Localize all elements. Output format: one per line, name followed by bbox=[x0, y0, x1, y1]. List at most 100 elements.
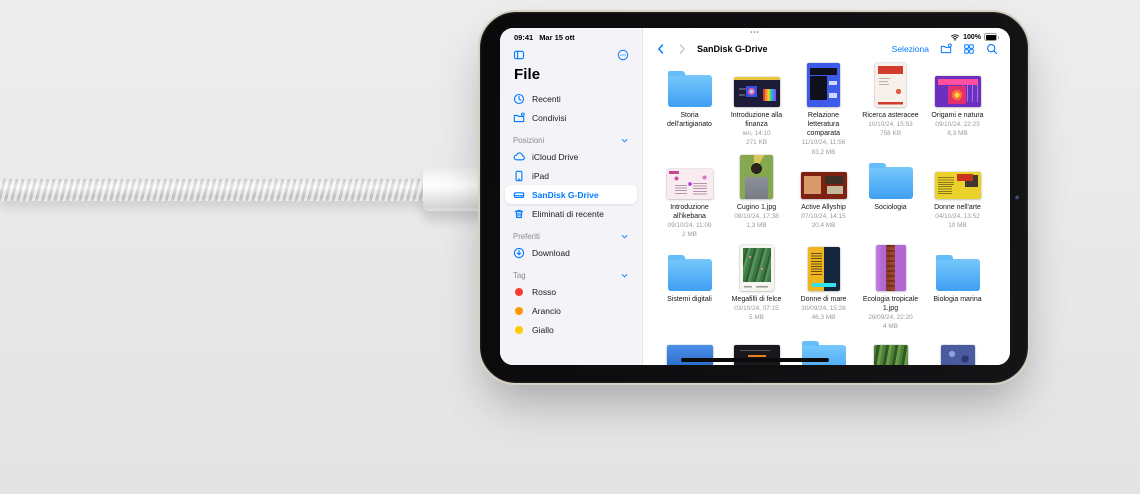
select-button[interactable]: Seleziona bbox=[892, 44, 929, 54]
sidebar-item-icloud-drive[interactable]: iCloud Drive bbox=[505, 147, 637, 166]
file-grid[interactable]: Storia dell'artigianatoIntroduzione alla… bbox=[643, 59, 1010, 365]
thumbnail-box bbox=[790, 247, 857, 291]
file-item-origami-e-natura[interactable]: Origami e natura09/10/24, 22:238,3 MB bbox=[924, 63, 991, 155]
section-header-label: Preferiti bbox=[513, 232, 540, 241]
file-item-introduzione-all-ikebana[interactable]: Introduzione all'ikebana09/10/24, 11:092… bbox=[656, 155, 723, 247]
sidebar-item-giallo[interactable]: Giallo bbox=[505, 320, 637, 339]
battery-percent: 100% bbox=[963, 34, 981, 41]
file-name: Donne nell'arte bbox=[934, 203, 981, 212]
file-name: Sociologia bbox=[874, 203, 906, 212]
file-date: 07/10/24, 14:15 bbox=[801, 212, 845, 221]
search-icon[interactable] bbox=[986, 43, 998, 55]
folder-item-sociologia[interactable]: Sociologia bbox=[857, 155, 924, 247]
ecologia-thumbnail bbox=[876, 245, 906, 291]
file-date: 10/10/24, 15:53 bbox=[868, 120, 912, 129]
status-date: Mar 15 ott bbox=[539, 33, 574, 42]
folder-icon bbox=[869, 167, 913, 199]
sidebar-item-rosso[interactable]: Rosso bbox=[505, 282, 637, 301]
file-date: 04/10/24, 13:52 bbox=[935, 212, 979, 221]
folder-item-biologia-marina[interactable]: Biologia marina bbox=[924, 247, 991, 339]
sidebar-item-download[interactable]: Download bbox=[505, 243, 637, 262]
battery-icon bbox=[984, 33, 999, 41]
file-size: 10 MB bbox=[948, 221, 966, 230]
sidebar-item-label: Giallo bbox=[532, 325, 554, 335]
file-name: Origami e natura bbox=[931, 111, 983, 120]
donnearte-thumbnail bbox=[935, 172, 981, 199]
sidebar-section-header-posizioni[interactable]: Posizioni bbox=[505, 136, 637, 145]
shared-folder-icon bbox=[513, 112, 525, 124]
thumbnail-box bbox=[656, 63, 723, 107]
file-size: 4 MB bbox=[883, 322, 898, 331]
sidebar-item-sandisk-g-drive[interactable]: SanDisk G-Drive bbox=[505, 185, 637, 204]
desk-background: ••• 09:41 Mar 15 ott File RecentiCon bbox=[0, 0, 1140, 494]
thumbnail-box bbox=[656, 155, 723, 199]
file-name: Biologia marina bbox=[933, 295, 981, 304]
chevron-down-icon bbox=[620, 136, 629, 145]
file-size: 271 KB bbox=[746, 138, 767, 147]
sidebar-item-arancio[interactable]: Arancio bbox=[505, 301, 637, 320]
file-name: Introduzione alla finanza bbox=[725, 111, 789, 129]
thumbnail-box bbox=[790, 155, 857, 199]
file-size: 756 KB bbox=[880, 129, 901, 138]
chevron-down-icon bbox=[620, 271, 629, 280]
file-date: 09/10/24, 22:23 bbox=[935, 120, 979, 129]
file-name: Relazione letteratura comparata bbox=[792, 111, 856, 138]
new-folder-icon[interactable] bbox=[940, 43, 952, 55]
file-size: 1,3 MB bbox=[746, 221, 766, 230]
file-item-active-allyship[interactable]: Active Allyship07/10/24, 14:1520,4 MB bbox=[790, 155, 857, 247]
sidebar-item-ipad[interactable]: iPad bbox=[505, 166, 637, 185]
more-options-icon[interactable] bbox=[617, 49, 629, 61]
sidebar-item-recenti[interactable]: Recenti bbox=[505, 89, 637, 108]
file-item[interactable] bbox=[857, 339, 924, 365]
home-indicator[interactable] bbox=[681, 358, 829, 362]
sidebar-item-eliminati-di-recente[interactable]: Eliminati di recente bbox=[505, 204, 637, 223]
file-item-megafilli-di-felce[interactable]: Megafilli di felce03/10/24, 07:155 MB bbox=[723, 247, 790, 339]
sidebar-item-condivisi[interactable]: Condivisi bbox=[505, 108, 637, 127]
status-time: 09:41 bbox=[514, 33, 533, 42]
file-date: 09/10/24, 11:09 bbox=[668, 221, 712, 230]
folder-item-storia-dell-artigianato[interactable]: Storia dell'artigianato bbox=[656, 63, 723, 155]
sidebar-section-header-tag[interactable]: Tag bbox=[505, 271, 637, 280]
folder-item-sistemi-digitali[interactable]: Sistemi digitali bbox=[656, 247, 723, 339]
grid-view-icon[interactable] bbox=[963, 43, 975, 55]
trash-icon bbox=[513, 208, 525, 220]
sidebar-section-header-preferiti[interactable]: Preferiti bbox=[505, 232, 637, 241]
file-name: Storia dell'artigianato bbox=[658, 111, 722, 129]
back-chevron-icon[interactable] bbox=[655, 43, 667, 55]
chevron-down-icon bbox=[620, 232, 629, 241]
thumbnail-box bbox=[857, 63, 924, 107]
file-size: 5 MB bbox=[749, 313, 764, 322]
thumbnail-box bbox=[857, 247, 924, 291]
asteracee-thumbnail bbox=[875, 63, 906, 107]
multitasking-dots[interactable]: ••• bbox=[750, 30, 759, 36]
sidebar-item-label: Condivisi bbox=[532, 113, 567, 123]
external-drive-icon bbox=[513, 189, 525, 201]
felce-thumbnail bbox=[740, 245, 774, 291]
sidebar-item-label: iPad bbox=[532, 171, 549, 181]
sidebar-toggle-icon[interactable] bbox=[513, 49, 525, 61]
wifi-icon bbox=[950, 32, 960, 42]
file-size: 8,3 MB bbox=[947, 129, 967, 138]
thumbnail-box bbox=[723, 247, 790, 291]
forward-chevron-icon[interactable] bbox=[676, 43, 688, 55]
file-item[interactable] bbox=[924, 339, 991, 365]
file-size: 20,4 MB bbox=[812, 221, 836, 230]
file-date: ieri, 14:10 bbox=[742, 129, 770, 138]
cloud-icon bbox=[513, 151, 525, 163]
file-item-ricerca-asteracee[interactable]: Ricerca asteracee10/10/24, 15:53756 KB bbox=[857, 63, 924, 155]
file-item-donne-nell-arte[interactable]: Donne nell'arte04/10/24, 13:5210 MB bbox=[924, 155, 991, 247]
tag-dot-icon bbox=[515, 307, 523, 315]
front-camera bbox=[1015, 195, 1020, 200]
file-item-donne-di-mare[interactable]: Donne di mare30/09/24, 15:2846,3 MB bbox=[790, 247, 857, 339]
file-item-cugino-1-jpg[interactable]: Cugino 1.jpg08/10/24, 17:381,3 MB bbox=[723, 155, 790, 247]
partial-plant-thumbnail bbox=[874, 345, 908, 365]
file-name: Donne di mare bbox=[801, 295, 847, 304]
folder-icon bbox=[668, 75, 712, 107]
folder-icon bbox=[802, 345, 846, 365]
file-item-introduzione-alla-finanza[interactable]: Introduzione alla finanzaieri, 14:10271 … bbox=[723, 63, 790, 155]
file-date: 08/10/24, 17:38 bbox=[734, 212, 778, 221]
file-item-ecologia-tropicale-1-jpg[interactable]: Ecologia tropicale 1.jpg26/09/24, 22:204… bbox=[857, 247, 924, 339]
file-item-relazione-letteratura-comparata[interactable]: Relazione letteratura comparata11/10/24,… bbox=[790, 63, 857, 155]
thumbnail-box bbox=[857, 345, 924, 365]
thumbnail-box bbox=[656, 345, 723, 365]
